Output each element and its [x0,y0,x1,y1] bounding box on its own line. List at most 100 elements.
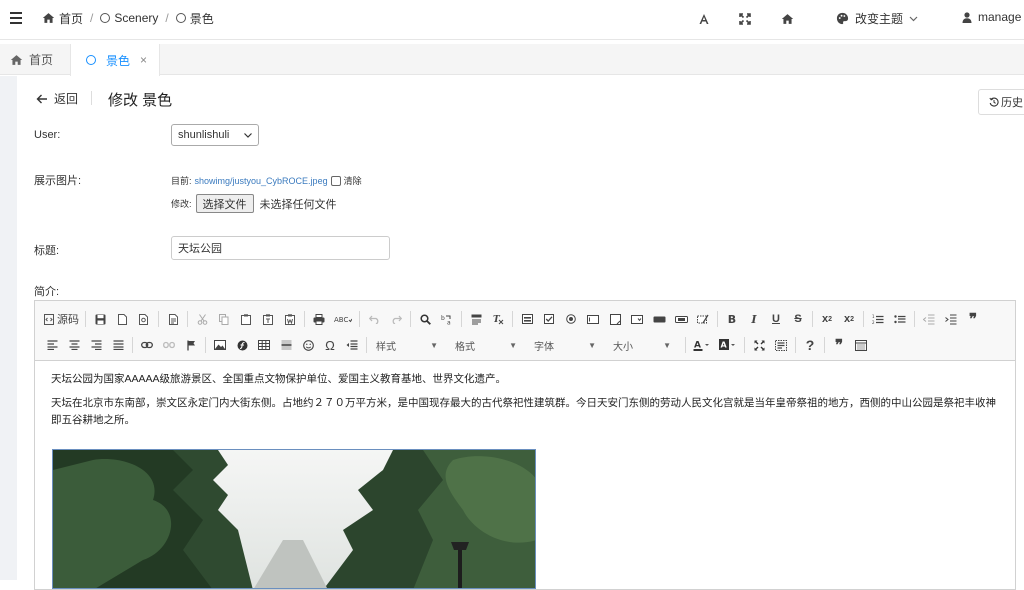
indent-button[interactable] [940,309,962,329]
help-button[interactable]: ? [799,335,821,355]
editor-content[interactable]: 天坛公园为国家AAAAA级旅游景区、全国重点文物保护单位、爱国主义教育基地、世界… [51,371,1001,436]
print-button[interactable] [308,309,330,329]
background-color-button[interactable]: A [715,335,741,355]
maximize-icon [754,340,764,350]
unlink-button[interactable] [158,335,180,355]
flash-button[interactable] [231,335,253,355]
copy-button[interactable] [213,309,235,329]
tab-close-icon[interactable]: × [140,53,147,67]
back-button[interactable]: 返回 [36,90,78,107]
paste-text-button[interactable] [257,309,279,329]
align-center-button[interactable] [63,335,85,355]
textfield-icon [587,314,599,324]
format-dropdown[interactable]: 格式 ▼ [449,336,523,354]
outdent-button[interactable] [918,309,940,329]
insert-iframe-button[interactable] [850,335,872,355]
textfield-tool-button[interactable] [582,309,604,329]
radio-tool-button[interactable] [560,309,582,329]
subscript-button[interactable]: x2 [816,309,838,329]
anchor-button[interactable] [180,335,202,355]
breadcrumb-scenery[interactable]: Scenery [100,11,158,25]
choose-file-button[interactable]: 选择文件 [195,194,254,213]
templates-button[interactable] [162,309,184,329]
toolbar-separator [795,337,796,353]
circle-icon [86,55,96,65]
bold-button[interactable]: B [721,309,743,329]
tab-scenery[interactable]: 景色 × [70,44,160,76]
theme-switch-button[interactable]: 改变主题 [836,10,918,27]
no-file-selected-text: 未选择任何文件 [259,198,337,211]
bulleted-list-button[interactable] [889,309,911,329]
special-char-button[interactable]: Ω [319,335,341,355]
blockquote-button[interactable]: ❞ [962,309,984,329]
toolbar-separator [410,311,411,327]
image-button-tool-button[interactable] [670,309,692,329]
align-right-button[interactable] [85,335,107,355]
table-button[interactable] [253,335,275,355]
editor-paragraph-2: 天坛在北京市东南部，崇文区永定门内大街东侧。占地约２７０万平方米，是中国现存最大… [51,397,996,426]
align-left-button[interactable] [41,335,63,355]
toolbar-separator [461,311,462,327]
smiley-button[interactable] [297,335,319,355]
size-dropdown[interactable]: 大小 ▼ [607,336,677,354]
spellcheck-button[interactable]: ABC [330,309,356,329]
source-button[interactable]: 源码 [41,309,82,329]
styles-dropdown-label: 样式 [376,341,396,353]
find-button[interactable] [414,309,436,329]
select-tool-button[interactable] [626,309,648,329]
svg-text:1: 1 [872,314,875,319]
text-color-button[interactable]: A [689,335,715,355]
font-dropdown[interactable]: 字体 ▼ [528,336,602,354]
breadcrumb: 首页 / Scenery / 景色 [42,0,214,36]
page-break-button[interactable] [341,335,363,355]
paste-button[interactable] [235,309,257,329]
user-select[interactable]: shunlishuli [171,124,259,146]
hidden-field-icon [697,314,709,323]
new-page-button[interactable] [111,309,133,329]
redo-button[interactable] [385,309,407,329]
fullscreen-icon[interactable] [738,12,752,26]
left-sidebar-strip [0,76,17,580]
undo-button[interactable] [363,309,385,329]
cut-button[interactable] [191,309,213,329]
hamburger-menu-icon[interactable] [10,12,22,26]
textarea-tool-button[interactable] [604,309,626,329]
select-all-button[interactable] [465,309,487,329]
save-button[interactable] [89,309,111,329]
spellcheck-icon: ABC [334,316,352,324]
toolbar-separator [824,337,825,353]
editor-paragraph-1: 天坛公园为国家AAAAA级旅游景区、全国重点文物保护单位、爱国主义教育基地、世界… [51,373,507,385]
image-button[interactable] [209,335,231,355]
link-button[interactable] [136,335,158,355]
numbered-list-button[interactable]: 12 [867,309,889,329]
superscript-button[interactable]: x2 [838,309,860,329]
user-menu-button[interactable]: manage [962,10,1021,24]
code-snippet-button[interactable]: ❞ [828,335,850,355]
justify-button[interactable] [107,335,129,355]
italic-button[interactable]: I [743,309,765,329]
paste-word-button[interactable] [279,309,301,329]
show-blocks-button[interactable] [770,335,792,355]
strikethrough-button[interactable]: S [787,309,809,329]
styles-dropdown[interactable]: 样式 ▼ [370,336,444,354]
font-size-icon[interactable] [697,12,711,26]
breadcrumb-home[interactable]: 首页 [42,10,83,27]
horizontal-rule-button[interactable] [275,335,297,355]
replace-button[interactable]: ba [436,309,458,329]
form-button[interactable] [516,309,538,329]
maximize-button[interactable] [748,335,770,355]
checkbox-tool-button[interactable] [538,309,560,329]
underline-button[interactable]: U [765,309,787,329]
hidden-field-tool-button[interactable] [692,309,714,329]
remove-format-button[interactable]: T [487,309,509,329]
user-field-label: User: [34,129,61,141]
preview-button[interactable] [133,309,155,329]
title-input[interactable]: 天坛公园 [171,236,390,260]
tab-home[interactable]: 首页 [0,44,70,75]
history-button[interactable]: 历史 [978,89,1024,115]
embedded-park-photo[interactable] [52,449,536,589]
clear-checkbox[interactable] [330,175,341,186]
button-tool-button[interactable] [648,309,670,329]
current-image-link[interactable]: showimg/justyou_CybROCE.jpeg [195,176,328,186]
home-icon[interactable] [780,12,794,26]
